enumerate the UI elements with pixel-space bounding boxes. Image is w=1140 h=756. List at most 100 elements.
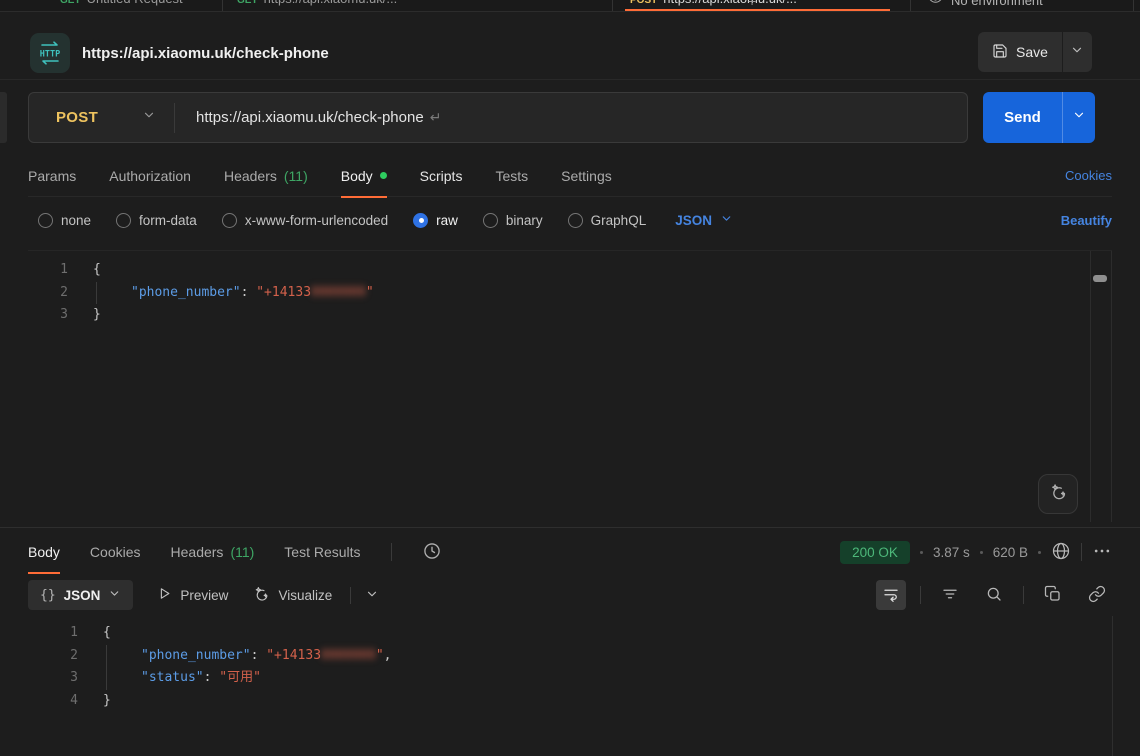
- response-tab-body-active[interactable]: Body: [28, 531, 60, 573]
- active-tab-underline: [341, 196, 387, 198]
- play-icon: [157, 586, 172, 604]
- request-tab-3-active[interactable]: POSThttps://api.xiaomu.uk/...: [630, 0, 797, 6]
- line-number: 3: [28, 304, 93, 327]
- cookies-link[interactable]: Cookies: [1065, 168, 1112, 183]
- language-dropdown[interactable]: JSON: [675, 212, 733, 228]
- format-label: JSON: [64, 588, 101, 603]
- filter-icon: [941, 585, 959, 606]
- chevron-down-icon: [108, 587, 121, 603]
- radio-icon: [222, 213, 237, 228]
- response-tab-cookies[interactable]: Cookies: [90, 531, 141, 573]
- code-token-string: "+14133: [256, 282, 311, 305]
- language-label: JSON: [675, 213, 712, 228]
- tab-headers[interactable]: Headers(11): [224, 155, 308, 197]
- line-number: 1: [28, 259, 93, 282]
- radio-label: binary: [506, 213, 543, 228]
- response-panel: Body Cookies Headers (11) Test Results 20…: [0, 527, 1140, 756]
- url-input[interactable]: https://api.xiaomu.uk/check-phone: [175, 109, 424, 126]
- indent-guide: [106, 645, 107, 690]
- code-line: 2"phone_number": "+141330000000": [28, 282, 1112, 305]
- response-format-dropdown[interactable]: {} JSON: [28, 580, 133, 610]
- save-options-button[interactable]: [1062, 32, 1092, 72]
- method-badge-get: GET: [60, 0, 81, 6]
- filter-button[interactable]: [935, 580, 965, 610]
- search-button[interactable]: [979, 580, 1009, 610]
- enter-hint-glyph: ↵: [430, 109, 442, 126]
- send-options-button[interactable]: [1062, 92, 1095, 143]
- method-dropdown[interactable]: POST: [29, 108, 174, 127]
- new-tab-button[interactable]: +: [748, 0, 756, 9]
- tab-tests[interactable]: Tests: [495, 155, 528, 197]
- radio-raw-selected[interactable]: raw: [413, 213, 458, 228]
- status-badge[interactable]: 200 OK: [840, 541, 910, 564]
- radio-form-data[interactable]: form-data: [116, 213, 197, 228]
- tab-label: Headers: [224, 168, 277, 184]
- response-tab-headers[interactable]: Headers (11): [171, 531, 255, 573]
- response-stats: 200 OK 3.87 s 620 B: [840, 541, 1112, 564]
- globe-icon[interactable]: [1051, 541, 1071, 564]
- tab-label: Body: [341, 168, 373, 184]
- scrollbar-thumb[interactable]: [1093, 275, 1107, 282]
- tab-label: Headers: [171, 544, 224, 560]
- tab-params[interactable]: Params: [28, 155, 76, 197]
- tab-label: Settings: [561, 168, 612, 184]
- scrollbar-track[interactable]: [1090, 251, 1112, 522]
- preview-label: Preview: [180, 588, 228, 603]
- postbot-button[interactable]: [1038, 474, 1078, 514]
- indent: [103, 667, 141, 690]
- sparkle-wand-icon: [252, 585, 270, 606]
- tab-label: Test Results: [284, 544, 360, 560]
- tab-label: Cookies: [90, 544, 141, 560]
- preview-button[interactable]: Preview: [157, 586, 228, 604]
- floppy-disk-icon: [992, 43, 1008, 62]
- response-meta-bar: Body Cookies Headers (11) Test Results 20…: [28, 531, 1112, 573]
- code-line: 3"status": "可用": [28, 667, 1112, 690]
- send-button[interactable]: Send: [983, 92, 1062, 143]
- redacted-phone-digits: 0000000: [321, 645, 376, 668]
- response-history-button[interactable]: [422, 541, 442, 564]
- tab-scripts[interactable]: Scripts: [420, 155, 463, 197]
- tab-settings[interactable]: Settings: [561, 155, 612, 197]
- response-size[interactable]: 620 B: [993, 545, 1028, 560]
- save-button[interactable]: Save: [978, 32, 1062, 72]
- radio-graphql[interactable]: GraphQL: [568, 213, 647, 228]
- wrap-text-button[interactable]: [876, 580, 906, 610]
- history-clock-icon: [422, 541, 442, 564]
- visualize-button[interactable]: Visualize: [252, 585, 332, 606]
- request-header: HTTP https://api.xiaomu.uk/check-phone S…: [0, 12, 1140, 80]
- link-button[interactable]: [1082, 580, 1112, 610]
- code-token-key: "phone_number": [141, 645, 251, 668]
- request-tab-2[interactable]: GEThttps://api.xiaomu.uk/...: [237, 0, 397, 6]
- indent-guide: [96, 282, 97, 304]
- code-token: {: [103, 622, 111, 645]
- tab-body-active[interactable]: Body: [341, 155, 387, 197]
- tab-label: Tests: [495, 168, 528, 184]
- headers-count: (11): [230, 544, 254, 560]
- request-tabs: Params Authorization Headers(11) Body Sc…: [28, 155, 1112, 197]
- radio-none[interactable]: none: [38, 213, 91, 228]
- toolbar-more-dropdown[interactable]: [350, 587, 379, 604]
- copy-button[interactable]: [1038, 580, 1068, 610]
- chevron-down-icon: [720, 212, 733, 228]
- request-tab-1[interactable]: GETUntitled Request: [60, 0, 183, 6]
- beautify-link[interactable]: Beautify: [1061, 213, 1112, 228]
- response-tab-test-results[interactable]: Test Results: [284, 531, 360, 573]
- environment-selector[interactable]: No environment: [928, 0, 1043, 9]
- more-options-icon[interactable]: [1092, 541, 1112, 564]
- radio-icon: [483, 213, 498, 228]
- tab-divider: [910, 0, 911, 12]
- dot-separator: [920, 551, 923, 554]
- radio-icon: [38, 213, 53, 228]
- radio-icon: [116, 213, 131, 228]
- request-body-editor[interactable]: 1{ 2"phone_number": "+141330000000" 3}: [28, 250, 1112, 522]
- tab-label: Authorization: [109, 168, 191, 184]
- radio-binary[interactable]: binary: [483, 213, 543, 228]
- radio-x-www-form-urlencoded[interactable]: x-www-form-urlencoded: [222, 213, 388, 228]
- code-token: }: [103, 690, 111, 713]
- search-icon: [985, 585, 1003, 606]
- response-time[interactable]: 3.87 s: [933, 545, 970, 560]
- chevron-down-icon: [142, 108, 156, 127]
- response-body-editor[interactable]: 1{ 2"phone_number": "+141330000000", 3"s…: [28, 616, 1113, 756]
- tab-authorization[interactable]: Authorization: [109, 155, 191, 197]
- braces-icon: {}: [40, 588, 56, 603]
